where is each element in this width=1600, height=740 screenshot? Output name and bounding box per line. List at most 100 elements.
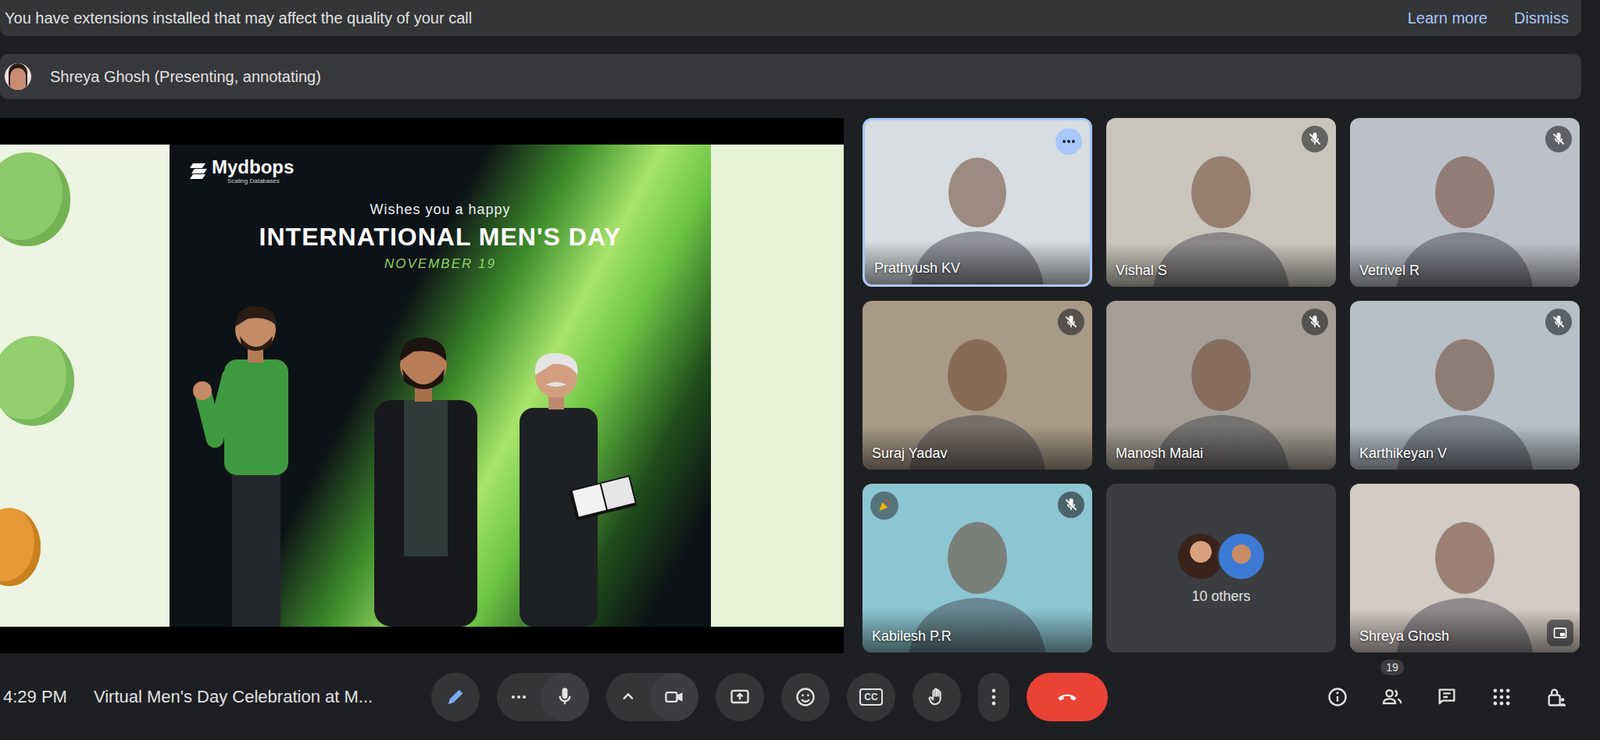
presenter-avatar [4, 63, 32, 90]
more-horizontal-icon [507, 685, 530, 708]
mic-off-icon [1307, 314, 1323, 330]
brand-mark-icon [189, 161, 208, 181]
participant-tile[interactable]: Vetrivel R [1350, 117, 1580, 287]
apps-grid-icon [1490, 685, 1513, 708]
participant-tile[interactable]: Suraj Yadav [862, 300, 1093, 470]
logo-words: MydbopsScaling Databases [211, 157, 294, 185]
bearded-man-figure [374, 337, 478, 627]
slide-left-panel [0, 144, 170, 627]
others-label: 10 others [1191, 588, 1250, 605]
participant-tile[interactable]: Karthikeyan V [1350, 300, 1580, 470]
participant-grid: Prathyush KV Vishal S Vetrivel R Suraj Yada… [862, 117, 1580, 654]
microphone-button[interactable] [540, 672, 590, 722]
book [568, 475, 637, 521]
participant-tile[interactable]: Kabilesh P.R [862, 483, 1093, 653]
meeting-main: MydbopsScaling Databases Wishes you a hap… [0, 117, 1600, 654]
call-toolbar: 4:29 PM Virtual Men's Day Celebration at … [0, 653, 1600, 740]
muted-indicator [1545, 308, 1572, 336]
presentation-stage: MydbopsScaling Databases Wishes you a hap… [0, 117, 844, 654]
participant-tile[interactable]: Prathyush KV [862, 117, 1093, 287]
reactions-button[interactable] [781, 672, 830, 722]
participant-name: Karthikeyan V [1359, 445, 1447, 462]
reaction-indicator [870, 491, 899, 520]
microphone-icon [553, 685, 576, 708]
balloon [0, 335, 75, 426]
video-options-button[interactable] [606, 672, 650, 722]
muted-indicator [1057, 491, 1085, 518]
brand-name: Mydbops [211, 157, 294, 178]
camera-group [606, 672, 699, 722]
young-man-figure [192, 306, 289, 627]
people-button[interactable]: 19 [1375, 679, 1410, 715]
chat-button[interactable] [1429, 679, 1465, 715]
leave-call-button[interactable] [1026, 672, 1108, 722]
present-button[interactable] [715, 672, 765, 722]
banner-action[interactable]: Dismiss [1514, 6, 1569, 31]
participant-name: Manosh Malai [1115, 445, 1204, 462]
mic-off-icon [1307, 131, 1323, 147]
muted-indicator [1301, 125, 1329, 153]
more-vertical-icon [982, 685, 1005, 708]
extension-warning-banner: You have extensions installed that may a… [0, 0, 1582, 36]
picture-in-picture-indicator [1546, 619, 1574, 647]
camera-button[interactable] [650, 672, 699, 722]
raise-hand-button[interactable] [912, 672, 961, 722]
participant-tile[interactable]: Manosh Malai [1106, 300, 1336, 470]
banner-actions: Learn more Dismiss [1407, 6, 1569, 31]
host-controls-button[interactable] [1539, 679, 1574, 715]
tile-options-button[interactable] [1055, 128, 1083, 155]
balloon [0, 507, 41, 586]
mic-off-icon [1063, 314, 1079, 330]
slide-greeting: Wishes you a happy [369, 201, 511, 218]
meeting-details: 4:29 PM Virtual Men's Day Celebration at … [0, 686, 432, 708]
participant-name: Kabilesh P.R [871, 628, 952, 645]
participant-name: Shreya Ghosh [1359, 628, 1450, 645]
participant-name: Prathyush KV [874, 260, 961, 277]
slide-right-panel [710, 144, 844, 627]
info-button[interactable] [1320, 679, 1355, 715]
avatar-face [10, 67, 26, 90]
muted-indicator [1301, 308, 1329, 336]
presenter-bar: Shreya Ghosh (Presenting, annotating) [0, 53, 1582, 100]
balloon [0, 152, 71, 247]
mic-off-icon [1550, 131, 1567, 147]
participant-name: Vetrivel R [1359, 262, 1420, 279]
participant-tile[interactable]: Vishal S [1106, 117, 1336, 287]
hang-up-icon [1056, 685, 1079, 708]
slide-title: INTERNATIONAL MEN'S DAY [259, 222, 622, 252]
elderly-man-figure [519, 353, 638, 627]
slide-date: NOVEMBER 19 [384, 256, 497, 272]
muted-indicator [1057, 308, 1085, 336]
audio-options-button[interactable] [496, 672, 541, 722]
men-illustration [169, 290, 711, 627]
poster: MydbopsScaling Databases Wishes you a hap… [169, 144, 711, 627]
captions-label: CC [859, 688, 883, 706]
participant-tile[interactable]: 10 others [1106, 483, 1336, 653]
slide: MydbopsScaling Databases Wishes you a hap… [0, 144, 844, 627]
banner-message: You have extensions installed that may a… [4, 9, 472, 28]
poster-text: MydbopsScaling Databases Wishes you a hap… [169, 144, 711, 272]
brand-logo: MydbopsScaling Databases [189, 157, 294, 185]
party-popper-icon [876, 497, 893, 514]
participant-tile[interactable]: Shreya Ghosh [1350, 483, 1580, 653]
others-avatars [1176, 532, 1266, 581]
presenter-label: Shreya Ghosh (Presenting, annotating) [50, 67, 322, 86]
caret-up-icon [617, 685, 640, 708]
activities-button[interactable] [1484, 679, 1519, 715]
hand-icon [925, 685, 948, 708]
mic-group [496, 672, 590, 722]
brand-tagline: Scaling Databases [211, 177, 294, 185]
participant-name: Suraj Yadav [871, 445, 947, 462]
meeting-title: Virtual Men's Day Celebration at M... [93, 686, 373, 708]
chat-icon [1435, 685, 1458, 708]
pen-icon [444, 685, 467, 708]
picture-in-picture-icon [1552, 625, 1568, 641]
camera-icon [663, 685, 686, 708]
meet-window: You have extensions installed that may a… [0, 0, 1600, 740]
annotate-button[interactable] [431, 672, 480, 722]
mic-off-icon [1063, 496, 1079, 513]
banner-action[interactable]: Learn more [1407, 6, 1488, 31]
captions-button[interactable]: CC [846, 672, 896, 722]
clock: 4:29 PM [3, 686, 68, 708]
more-options-button[interactable] [978, 672, 1010, 722]
